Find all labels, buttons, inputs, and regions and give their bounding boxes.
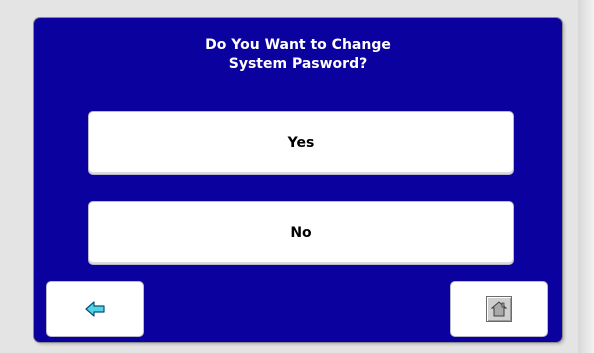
back-button[interactable] bbox=[46, 281, 144, 337]
yes-button-label: Yes bbox=[287, 135, 315, 151]
yes-button[interactable]: Yes bbox=[88, 111, 514, 175]
dialog-title-line1: Do You Want to Change bbox=[205, 37, 391, 53]
home-icon bbox=[490, 301, 508, 317]
home-button[interactable] bbox=[450, 281, 548, 337]
no-button[interactable]: No bbox=[88, 201, 514, 265]
no-button-label: No bbox=[290, 225, 312, 241]
arrow-left-icon bbox=[85, 301, 105, 317]
bezel-edge bbox=[578, 0, 594, 353]
home-icon-frame bbox=[486, 296, 512, 322]
dialog-title-line2: System Pasword? bbox=[228, 56, 368, 72]
dialog-title: Do You Want to Change System Pasword? bbox=[34, 36, 562, 74]
dialog-panel: Do You Want to Change System Pasword? Ye… bbox=[34, 18, 562, 342]
